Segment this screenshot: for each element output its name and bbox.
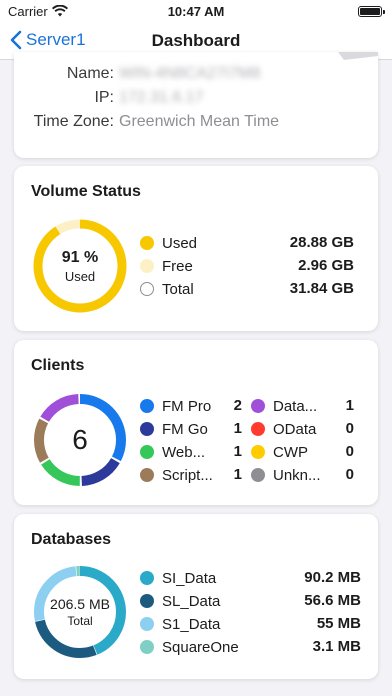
client-legend-web: Web... bbox=[140, 442, 205, 462]
server-info-card: Name: WIN-4N8CA27I7M8 IP: 172.31.6.17 Ti… bbox=[14, 52, 378, 158]
client-legend-odata: OData bbox=[251, 419, 316, 439]
volume-status-title: Volume Status bbox=[31, 183, 141, 200]
volume-donut-center: 91 % Used bbox=[32, 218, 128, 314]
volume-used-value: 28.88 GB bbox=[289, 234, 354, 251]
chevron-left-icon bbox=[10, 30, 22, 50]
client-legend-fm-pro: FM Pro bbox=[140, 396, 211, 416]
unknown-dot-icon bbox=[251, 468, 265, 482]
legend-label: Script... bbox=[162, 466, 213, 484]
clients-title: Clients bbox=[31, 357, 85, 374]
volume-percent-label: Used bbox=[64, 268, 96, 284]
clients-total: 6 bbox=[72, 424, 88, 455]
client-legend-unknown: Unkn... bbox=[251, 465, 321, 485]
legend-label: Total bbox=[162, 280, 194, 298]
back-button[interactable]: Server1 bbox=[10, 30, 86, 50]
databases-total: 206.5 MB bbox=[50, 596, 110, 612]
legend-label: SI_Data bbox=[162, 569, 217, 587]
legend-label: FM Go bbox=[162, 420, 208, 438]
legend-label: FM Pro bbox=[162, 397, 212, 415]
s1-data-size: 55 MB bbox=[316, 615, 361, 632]
legend-label: SL_Data bbox=[162, 592, 221, 610]
status-time: 10:47 AM bbox=[167, 3, 225, 19]
battery-icon bbox=[358, 5, 385, 17]
volume-legend-total: Total bbox=[140, 278, 194, 300]
db-legend-sl-data: SL_Data bbox=[140, 590, 220, 612]
server-name-value: WIN-4N8CA27I7M8 bbox=[119, 65, 261, 82]
client-legend-data: Data... bbox=[251, 396, 317, 416]
cwp-count: 0 bbox=[345, 443, 354, 460]
web-dot-icon bbox=[140, 445, 154, 459]
legend-label: Unkn... bbox=[273, 466, 321, 484]
clients-donut-center: 6 bbox=[32, 392, 128, 488]
squareone-size: 3.1 MB bbox=[312, 638, 361, 655]
legend-label: Web... bbox=[162, 443, 206, 461]
legend-label: Free bbox=[162, 257, 193, 275]
volume-status-card: Volume Status 91 % Used Used 28.88 GB Fr… bbox=[14, 166, 378, 331]
server-timezone-label: Time Zone: bbox=[33, 113, 114, 130]
fm-pro-dot-icon bbox=[140, 399, 154, 413]
status-bar: Carrier 10:47 AM bbox=[0, 0, 392, 22]
clients-card: Clients 6 FM Pro 2 FM Go 1 Web... 1 Scri… bbox=[14, 340, 378, 505]
si-data-dot-icon bbox=[140, 571, 154, 585]
server-name-label: Name: bbox=[66, 65, 114, 82]
s1-data-dot-icon bbox=[140, 617, 154, 631]
unknown-count: 0 bbox=[345, 466, 354, 483]
volume-legend-used: Used bbox=[140, 232, 197, 254]
client-legend-fm-go: FM Go bbox=[140, 419, 208, 439]
sl-data-dot-icon bbox=[140, 594, 154, 608]
databases-total-label: Total bbox=[67, 614, 93, 628]
total-dot-icon bbox=[140, 282, 154, 296]
server-name-row: Name: WIN-4N8CA27I7M8 bbox=[14, 65, 378, 87]
legend-label: SquareOne bbox=[162, 638, 239, 656]
status-right bbox=[358, 5, 385, 17]
db-legend-squareone: SquareOne bbox=[140, 636, 239, 658]
fm-pro-count: 2 bbox=[233, 397, 242, 414]
server-ip-label: IP: bbox=[94, 89, 114, 106]
db-legend-s1-data: S1_Data bbox=[140, 613, 220, 635]
legend-label: Data... bbox=[273, 397, 318, 415]
fm-go-dot-icon bbox=[140, 422, 154, 436]
server-timezone-row: Time Zone: Greenwich Mean Time bbox=[14, 113, 378, 135]
databases-title: Databases bbox=[31, 531, 112, 548]
databases-card: Databases 206.5 MB Total SI_Data 90.2 MB… bbox=[14, 514, 378, 679]
legend-label: CWP bbox=[273, 443, 308, 461]
page-title: Dashboard bbox=[151, 30, 241, 50]
server-ip-value: 172.31.6.17 bbox=[119, 89, 204, 106]
client-legend-cwp: CWP bbox=[251, 442, 308, 462]
legend-label: Used bbox=[162, 234, 198, 252]
used-dot-icon bbox=[140, 236, 154, 250]
card-corner-decoration bbox=[338, 52, 378, 60]
script-count: 1 bbox=[233, 466, 242, 483]
legend-label: OData bbox=[273, 420, 317, 438]
si-data-size: 90.2 MB bbox=[304, 569, 361, 586]
free-dot-icon bbox=[140, 259, 154, 273]
script-dot-icon bbox=[140, 468, 154, 482]
server-timezone-value: Greenwich Mean Time bbox=[119, 113, 280, 130]
legend-label: S1_Data bbox=[162, 615, 221, 633]
server-ip-row: IP: 172.31.6.17 bbox=[14, 89, 378, 111]
volume-percent: 91 % bbox=[61, 248, 99, 266]
odata-dot-icon bbox=[251, 422, 265, 436]
databases-donut-center: 206.5 MB Total bbox=[32, 564, 128, 660]
client-legend-script: Script... bbox=[140, 465, 213, 485]
fm-go-count: 1 bbox=[233, 420, 242, 437]
db-legend-si-data: SI_Data bbox=[140, 567, 216, 589]
volume-free-value: 2.96 GB bbox=[298, 257, 354, 274]
web-count: 1 bbox=[233, 443, 242, 460]
volume-total-value: 31.84 GB bbox=[289, 280, 354, 297]
odata-count: 0 bbox=[345, 420, 354, 437]
volume-legend-free: Free bbox=[140, 255, 193, 277]
sl-data-size: 56.6 MB bbox=[304, 592, 361, 609]
squareone-dot-icon bbox=[140, 640, 154, 654]
data-count: 1 bbox=[345, 397, 354, 414]
back-button-label: Server1 bbox=[26, 30, 86, 49]
cwp-dot-icon bbox=[251, 445, 265, 459]
data-dot-icon bbox=[251, 399, 265, 413]
